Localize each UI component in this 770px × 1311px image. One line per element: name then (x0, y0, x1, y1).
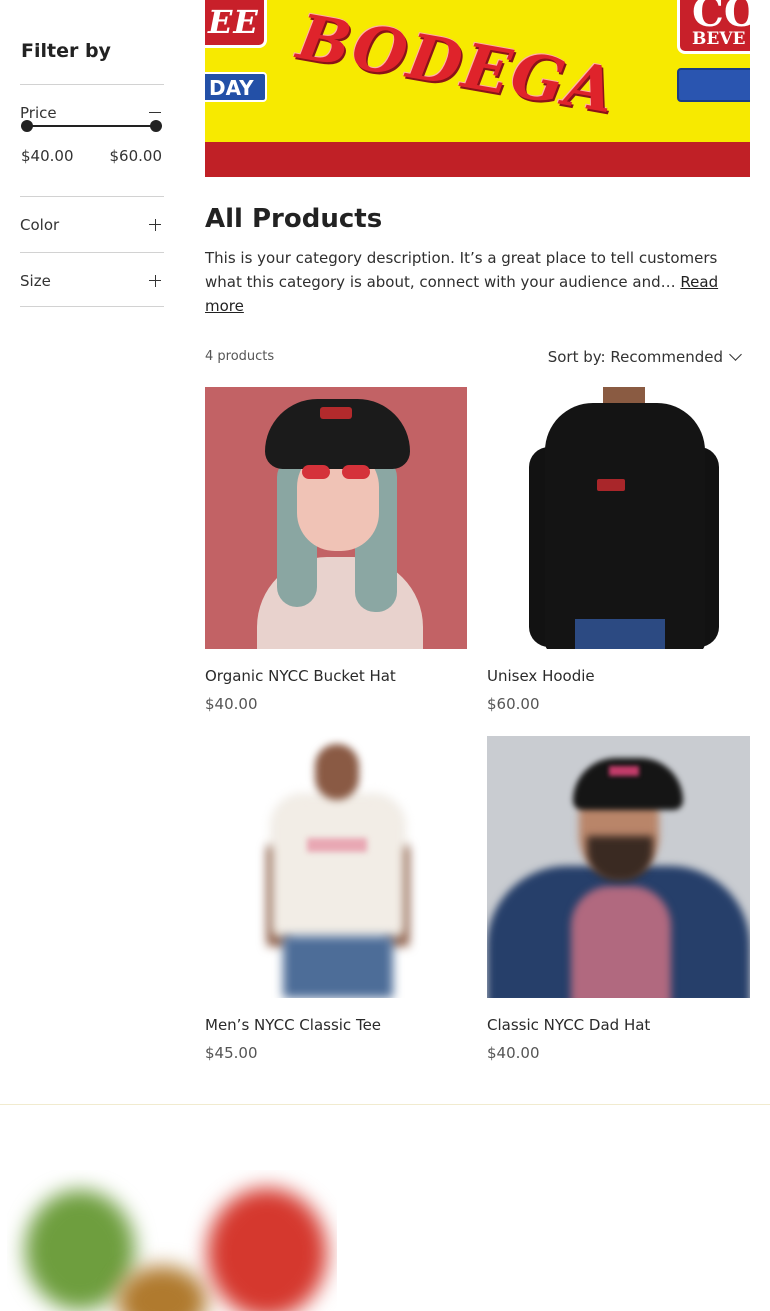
size-filter-label: Size (20, 271, 51, 290)
banner-store-name: BODEGA (292, 0, 622, 128)
product-price: $40.00 (487, 1044, 540, 1062)
filter-title: Filter by (21, 40, 111, 62)
price-slider-min-handle[interactable] (21, 120, 33, 132)
product-card[interactable]: Classic NYCC Dad Hat $40.00 (487, 736, 750, 1062)
product-card[interactable]: Unisex Hoodie $60.00 (487, 387, 750, 713)
size-filter: Size (20, 252, 164, 308)
product-count: 4 products (205, 349, 275, 364)
color-filter: Color (20, 196, 164, 252)
banner-sign-left: EE (205, 0, 267, 48)
category-banner-image: EE DAY BODEGA CO BEVE (205, 0, 750, 177)
banner-sign-right-small: BEVE (692, 29, 746, 49)
product-card[interactable]: Organic NYCC Bucket Hat $40.00 (205, 387, 467, 713)
size-filter-header[interactable]: Size (20, 253, 164, 308)
product-name[interactable]: Men’s NYCC Classic Tee (205, 1016, 381, 1034)
banner-sign-day: DAY (205, 72, 267, 102)
chevron-down-icon (729, 348, 742, 361)
price-slider-track[interactable] (27, 125, 155, 127)
banner-sign-day-text: DAY (209, 76, 254, 100)
product-image[interactable] (487, 387, 750, 649)
price-filter: Price $40.00 $60.00 (20, 84, 164, 167)
product-price: $60.00 (487, 695, 540, 713)
sort-dropdown[interactable]: Sort by: Recommended (547, 348, 742, 366)
product-image[interactable] (487, 736, 750, 998)
product-price: $45.00 (205, 1044, 258, 1062)
section-divider (0, 1104, 770, 1105)
expand-icon[interactable] (149, 218, 161, 231)
price-slider-max-handle[interactable] (150, 120, 162, 132)
price-max-value: $60.00 (109, 147, 163, 165)
color-filter-header[interactable]: Color (20, 197, 164, 252)
expand-icon[interactable] (149, 274, 161, 287)
category-description: This is your category description. It’s … (205, 246, 755, 318)
color-filter-label: Color (20, 215, 60, 234)
category-description-text: This is your category description. It’s … (205, 249, 718, 291)
banner-blue-sign (677, 68, 750, 102)
product-name[interactable]: Organic NYCC Bucket Hat (205, 667, 396, 685)
price-min-value: $40.00 (21, 147, 74, 165)
product-card[interactable]: Men’s NYCC Classic Tee $45.00 (205, 736, 467, 1062)
banner-sign-right: CO BEVE (677, 0, 750, 54)
product-name[interactable]: Unisex Hoodie (487, 667, 595, 685)
footer-image (7, 1170, 337, 1311)
page-title: All Products (205, 204, 383, 234)
price-range: $40.00 $60.00 (20, 113, 164, 167)
product-image[interactable] (205, 387, 467, 649)
sort-label: Sort by: Recommended (547, 348, 723, 366)
product-image[interactable] (205, 736, 467, 998)
banner-red-strip (205, 142, 750, 177)
product-price: $40.00 (205, 695, 258, 713)
filter-divider (20, 306, 164, 307)
banner-sign-left-text: EE (208, 3, 259, 41)
product-name[interactable]: Classic NYCC Dad Hat (487, 1016, 650, 1034)
